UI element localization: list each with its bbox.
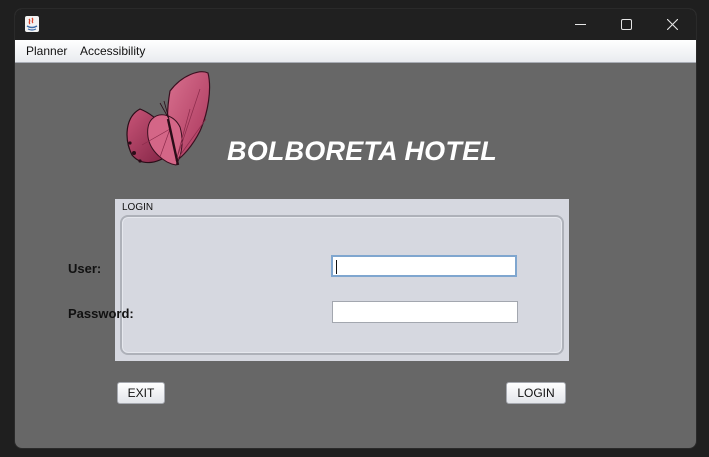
user-input[interactable] [331, 255, 517, 277]
butterfly-logo [120, 69, 212, 169]
java-app-icon [25, 16, 39, 32]
app-window: Planner Accessibility BOLBORETA HOTEL LO… [15, 9, 696, 448]
login-panel-frame [120, 215, 564, 355]
user-label: User: [68, 261, 102, 276]
login-panel-title: LOGIN [122, 202, 154, 213]
maximize-icon [620, 19, 632, 30]
exit-button[interactable]: EXIT [117, 382, 165, 404]
menu-bar: Planner Accessibility [15, 40, 696, 63]
password-input[interactable] [332, 301, 518, 323]
close-icon [666, 19, 678, 30]
text-caret [336, 260, 337, 274]
minimize-button[interactable] [557, 9, 603, 40]
login-panel: LOGIN [115, 199, 569, 361]
maximize-button[interactable] [603, 9, 649, 40]
login-button[interactable]: LOGIN [506, 382, 566, 404]
menu-accessibility[interactable]: Accessibility [80, 44, 145, 58]
hotel-title: BOLBORETA HOTEL [227, 136, 497, 166]
title-bar [15, 9, 696, 40]
menu-planner[interactable]: Planner [26, 44, 67, 58]
close-button[interactable] [649, 9, 695, 40]
minimize-icon [574, 24, 586, 25]
password-label: Password: [68, 306, 134, 321]
